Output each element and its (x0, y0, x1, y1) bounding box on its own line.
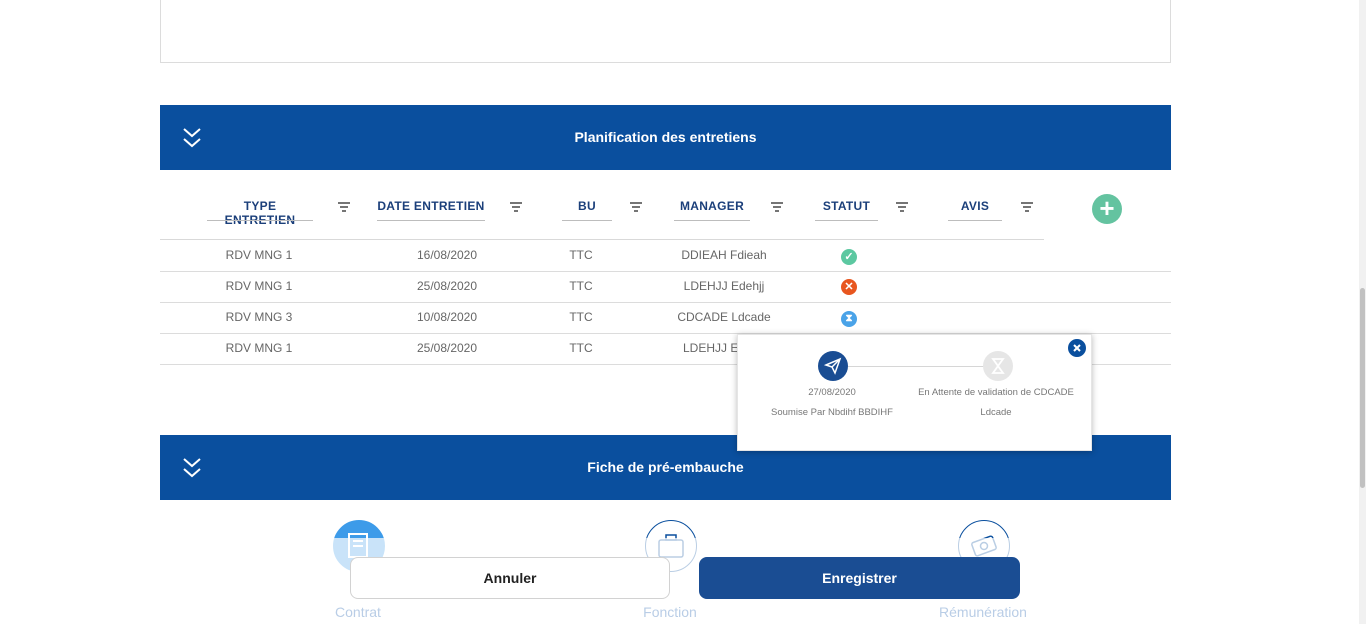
cell-type: RDV MNG 1 (225, 341, 293, 355)
step2-waiting-name: Ldcade (980, 407, 1012, 418)
close-popover-icon[interactable] (1068, 339, 1086, 357)
step2-waiting-text: En Attente de validation de CDCADE (918, 387, 1074, 398)
planning-section-header[interactable]: Planification des entretiens (160, 105, 1171, 170)
step-label-contrat: Contrat (335, 604, 381, 620)
col-avis[interactable]: AVIS (948, 199, 1002, 221)
top-card (160, 0, 1171, 63)
table-row: RDV MNG 3 10/08/2020 TTC CDCADE Ldcade ⧗ (160, 302, 1171, 334)
send-icon (818, 351, 848, 381)
status-pending-icon[interactable]: ⧗ (841, 311, 857, 327)
col-bu[interactable]: BU (562, 199, 612, 221)
filter-icon[interactable] (510, 202, 522, 212)
hourglass-icon (983, 351, 1013, 381)
cell-bu: TTC (569, 341, 593, 355)
step-label-fonction: Fonction (643, 604, 697, 620)
cell-date: 10/08/2020 (416, 310, 478, 324)
cell-bu: TTC (569, 279, 593, 293)
table-row: RDV MNG 1 25/08/2020 TTC LDEHJJ Edehjj ✕ (160, 271, 1171, 303)
filter-icon[interactable] (771, 202, 783, 212)
step1-submitted-by: Soumise Par Nbdihf BBDIHF (771, 407, 893, 418)
col-date-entretien[interactable]: DATE ENTRETIEN (377, 199, 485, 221)
filter-icon[interactable] (338, 202, 350, 212)
cell-date: 25/08/2020 (416, 279, 478, 293)
table-row: RDV MNG 1 16/08/2020 TTC DDIEAH Fdieah ✓ (160, 240, 1171, 272)
cell-date: 16/08/2020 (416, 248, 478, 262)
filter-icon[interactable] (1021, 202, 1033, 212)
cell-manager: DDIEAH Fdieah (681, 248, 767, 262)
cell-bu: TTC (569, 248, 593, 262)
cell-type: RDV MNG 1 (225, 248, 293, 262)
save-button[interactable]: Enregistrer (699, 557, 1020, 599)
col-statut[interactable]: STATUT (815, 199, 878, 221)
status-refused-icon[interactable]: ✕ (841, 279, 857, 295)
cell-manager: CDCADE Ldcade (677, 310, 771, 324)
col-type-entretien[interactable]: TYPE ENTRETIEN (207, 199, 313, 227)
status-valid-icon[interactable]: ✓ (841, 249, 857, 265)
step1-date: 27/08/2020 (808, 387, 856, 398)
scrollbar-thumb[interactable] (1360, 288, 1365, 488)
cell-manager: LDEHJJ E (683, 341, 739, 355)
cell-bu: TTC (569, 310, 593, 324)
status-popover: 27/08/2020 Soumise Par Nbdihf BBDIHF En … (737, 334, 1092, 451)
cancel-button[interactable]: Annuler (350, 557, 670, 599)
cell-manager: LDEHJJ Edehjj (683, 279, 765, 293)
cell-type: RDV MNG 1 (225, 279, 293, 293)
filter-icon[interactable] (896, 202, 908, 212)
cell-date: 25/08/2020 (416, 341, 478, 355)
timeline-connector (848, 366, 988, 367)
col-manager[interactable]: MANAGER (674, 199, 750, 221)
cell-type: RDV MNG 3 (225, 310, 293, 324)
step-label-remuneration: Rémunération (939, 604, 1027, 620)
filter-icon[interactable] (630, 202, 642, 212)
planning-title: Planification des entretiens (574, 129, 757, 145)
add-entretien-button[interactable]: + (1092, 194, 1122, 224)
